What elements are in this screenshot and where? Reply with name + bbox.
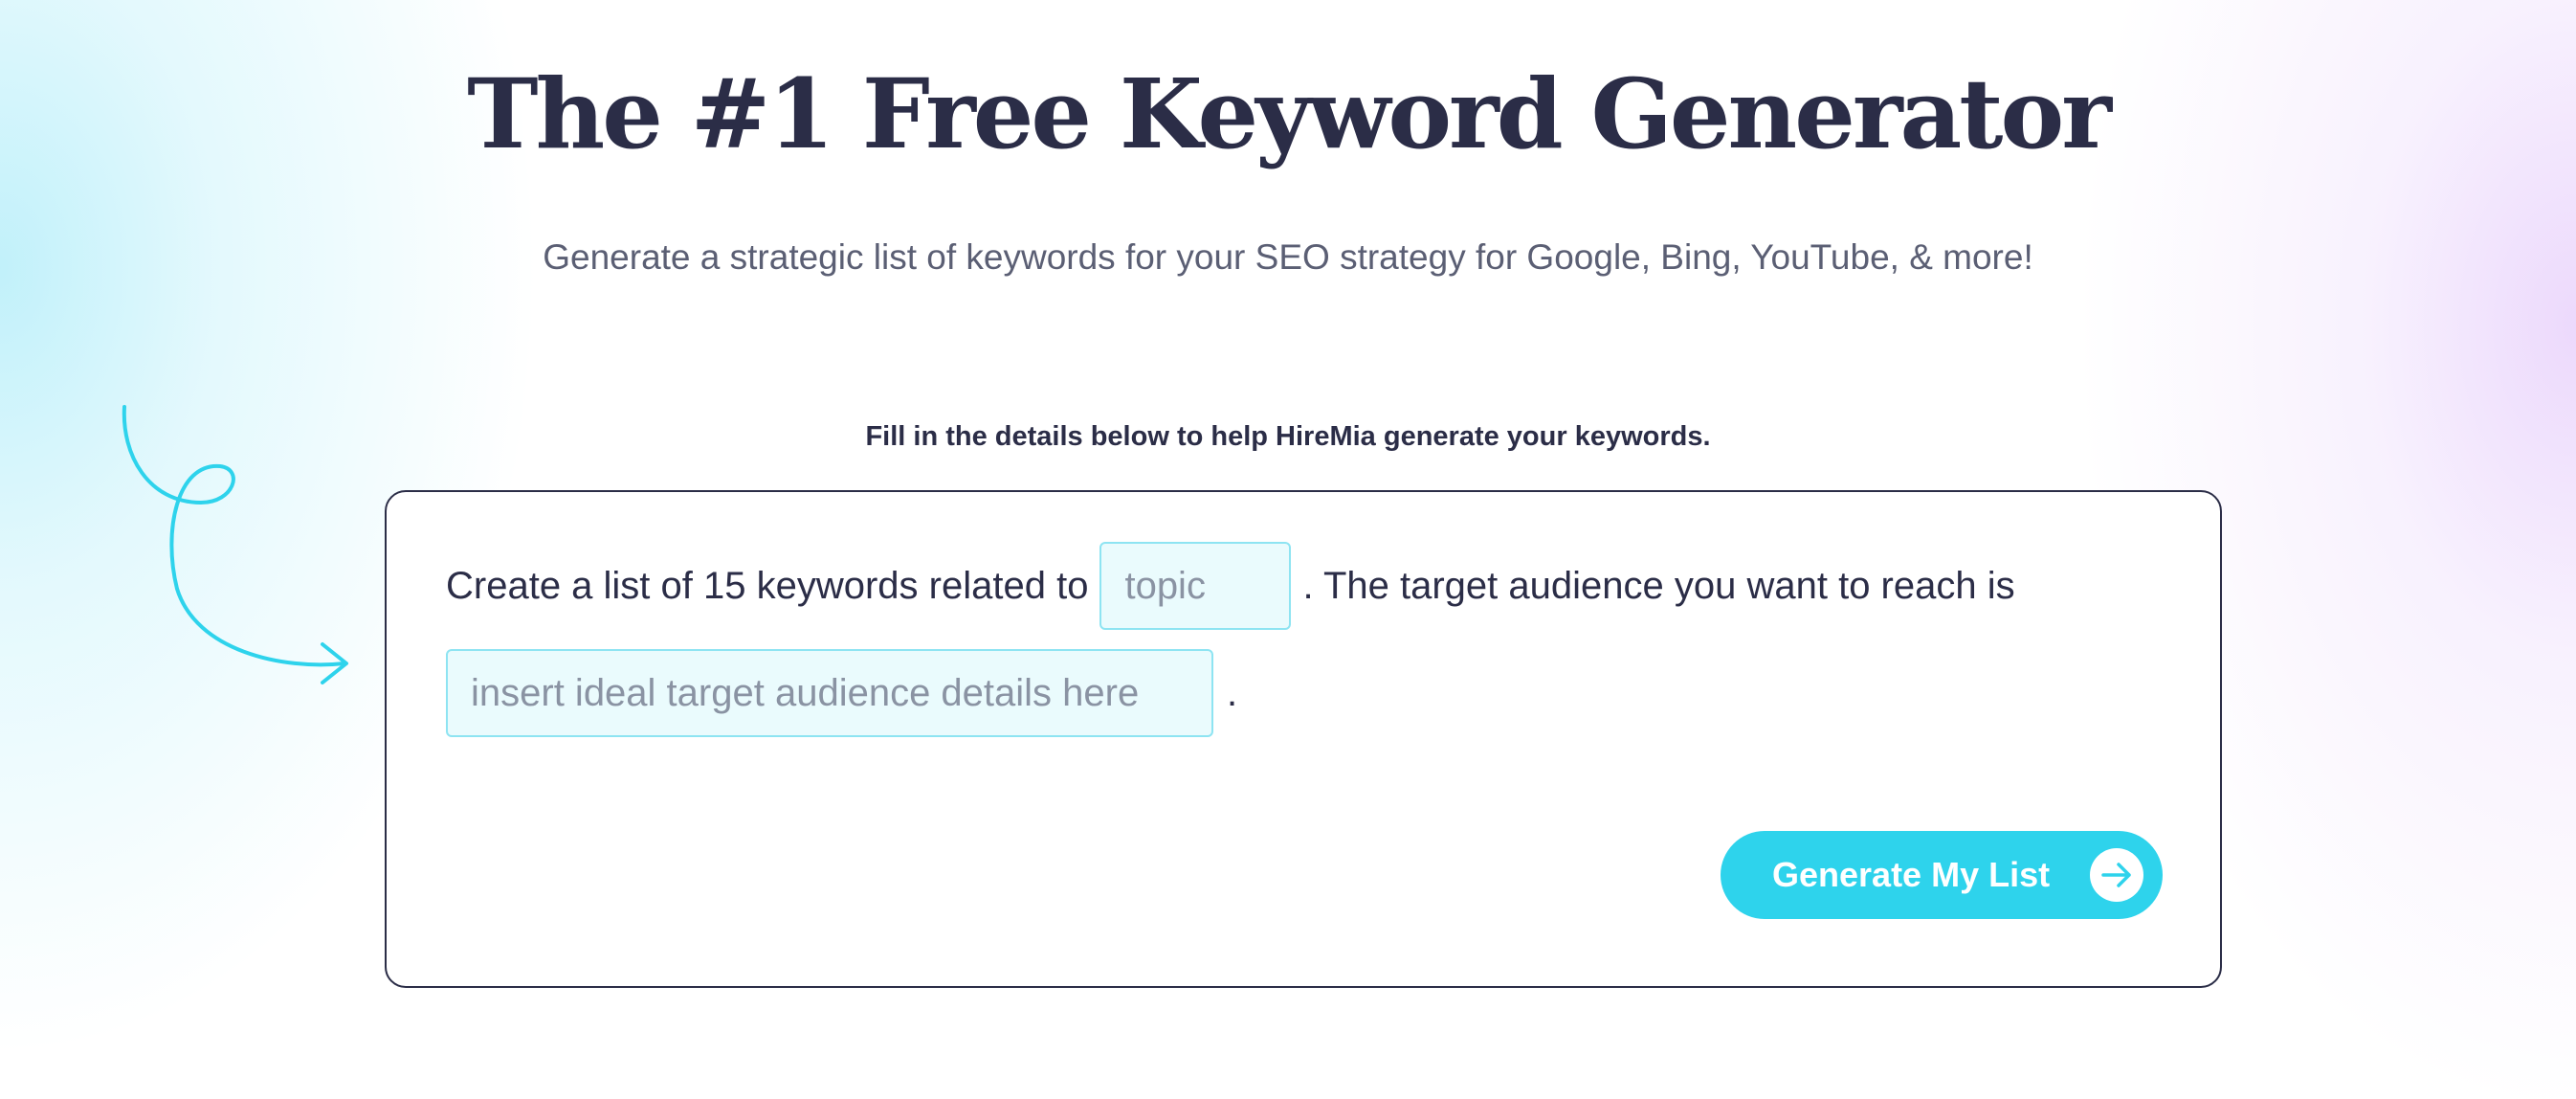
form-helper-text: Fill in the details below to help HireMi… <box>865 421 1711 452</box>
generate-button-label: Generate My List <box>1772 855 2051 894</box>
prompt-text-end: . <box>1227 671 1238 714</box>
prompt-text-part2: . The target audience you want to reach … <box>1302 564 2015 607</box>
prompt-line-2: . <box>446 649 1237 737</box>
keyword-form-card: Create a list of 15 keywords related to … <box>385 490 2222 988</box>
page-subtitle: Generate a strategic list of keywords fo… <box>543 237 2033 277</box>
prompt-line-1: Create a list of 15 keywords related to … <box>446 542 2015 630</box>
topic-input[interactable] <box>1099 542 1292 630</box>
prompt-text-part1: Create a list of 15 keywords related to <box>446 564 1089 607</box>
generate-my-list-button[interactable]: Generate My List <box>1721 831 2163 919</box>
page-title: The #1 Free Keyword Generator <box>467 57 2112 170</box>
curly-arrow-icon <box>122 405 348 684</box>
arrow-right-circle-icon <box>2090 848 2143 902</box>
target-audience-input[interactable] <box>446 649 1213 737</box>
